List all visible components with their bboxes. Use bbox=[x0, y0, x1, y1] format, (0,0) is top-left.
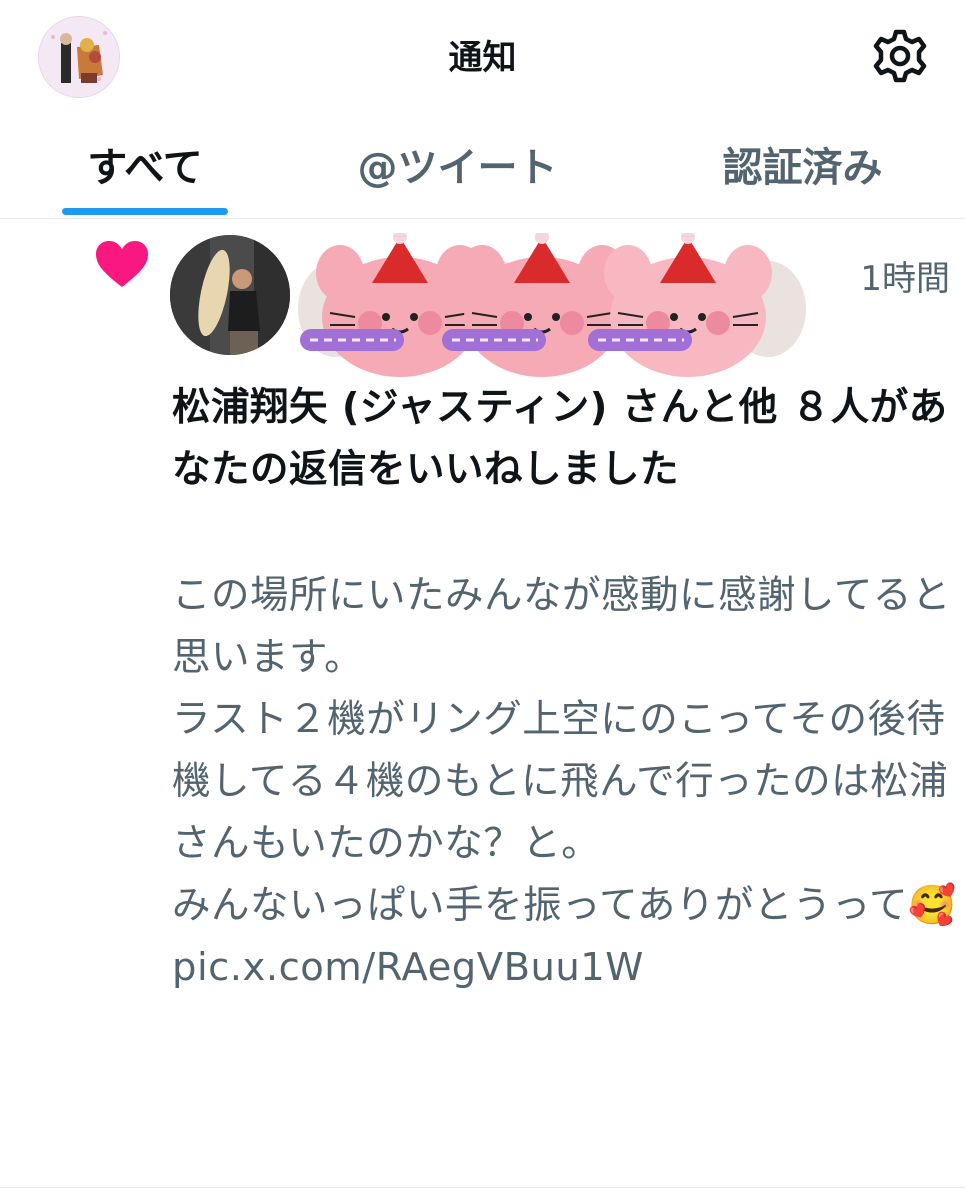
page-title: 通知 bbox=[448, 38, 517, 78]
cat-sticker-icon bbox=[588, 233, 772, 377]
actor-name-link[interactable]: 松浦翔矢 (ジャスティン) bbox=[172, 385, 608, 430]
heart-icon bbox=[94, 239, 150, 291]
notification-item[interactable]: 1時間 松浦翔矢 (ジャスティン) さんと他 ８人があなたの返信をいいねしました… bbox=[0, 219, 965, 1188]
notification-time: 1時間 bbox=[860, 259, 950, 299]
tweet-text[interactable]: この場所にいたみんなが感動に感謝してると思います。 ラスト２機がリング上空にのこ… bbox=[172, 565, 957, 999]
tab-verified[interactable]: 認証済み bbox=[625, 110, 965, 218]
user-avatar[interactable] bbox=[170, 235, 290, 355]
gear-icon bbox=[873, 29, 927, 83]
user-avatar-image bbox=[170, 235, 290, 355]
tab-all[interactable]: すべて bbox=[0, 110, 290, 218]
top-bar: 通知 bbox=[0, 0, 965, 110]
liker-avatars bbox=[170, 233, 810, 383]
active-tab-indicator bbox=[62, 208, 228, 215]
tab-mentions[interactable]: @ツイート bbox=[290, 110, 625, 218]
notification-tabs: すべて @ツイート 認証済み bbox=[0, 110, 965, 219]
notification-headline: 松浦翔矢 (ジャスティン) さんと他 ８人があなたの返信をいいねしました bbox=[172, 377, 957, 501]
settings-button[interactable] bbox=[870, 26, 930, 86]
